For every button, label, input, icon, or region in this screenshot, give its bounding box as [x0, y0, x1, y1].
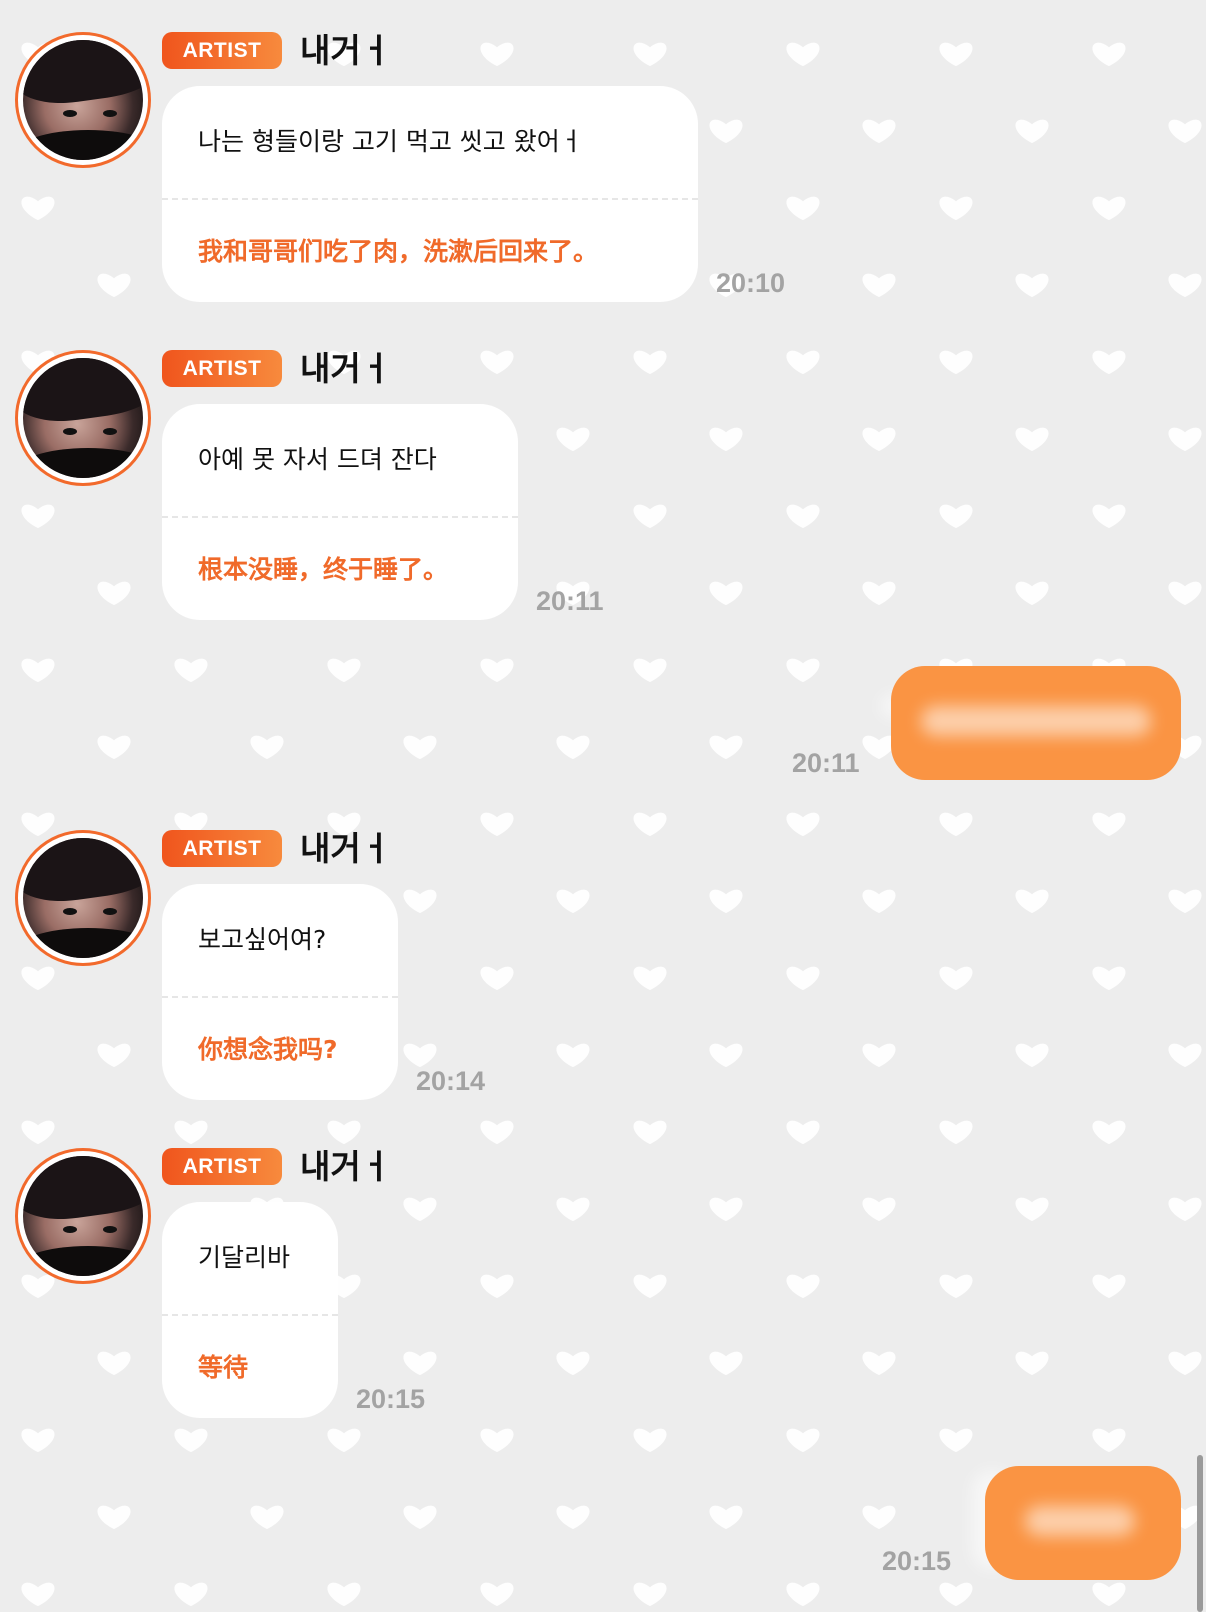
korean-text: 보고싶어여?	[198, 925, 327, 954]
divider	[162, 516, 518, 518]
artist-avatar[interactable]	[15, 32, 151, 168]
artist-avatar[interactable]	[15, 1148, 151, 1284]
artist-badge: ARTIST	[162, 350, 282, 387]
timestamp: 20:10	[716, 268, 786, 298]
sender-name: 내거ㅓ	[300, 829, 392, 868]
sender-name: 내거ㅓ	[300, 1147, 392, 1186]
translated-text: 等待	[198, 1353, 249, 1382]
divider	[162, 996, 398, 998]
artist-badge: ARTIST	[162, 830, 282, 867]
message-bubble[interactable]: 아예 못 자서 드뎌 잔다 根本没睡，终于睡了。	[162, 404, 518, 620]
timestamp: 20:15	[882, 1546, 952, 1576]
sender-name: 내거ㅓ	[300, 349, 392, 388]
timestamp: 20:11	[792, 748, 860, 778]
timestamp: 20:15	[356, 1384, 426, 1414]
message-bubble[interactable]: 기달리바 等待	[162, 1202, 338, 1418]
message-bubble[interactable]: 나는 형들이랑 고기 먹고 씻고 왔어ㅓ 我和哥哥们吃了肉，洗漱后回来了。	[162, 86, 698, 302]
my-message-bubble[interactable]	[891, 666, 1181, 780]
message-bubble[interactable]: 보고싶어여? 你想念我吗?	[162, 884, 398, 1100]
sender-name: 내거ㅓ	[300, 31, 392, 70]
translated-text: 根本没睡，终于睡了。	[198, 555, 449, 584]
divider	[162, 1314, 338, 1316]
translated-text: 你想念我吗?	[198, 1035, 338, 1064]
korean-text: 기달리바	[198, 1243, 291, 1272]
scrollbar[interactable]	[1197, 1455, 1203, 1612]
artist-badge: ARTIST	[162, 1148, 282, 1185]
my-message-bubble[interactable]	[985, 1466, 1181, 1580]
korean-text: 아예 못 자서 드뎌 잔다	[198, 445, 437, 474]
timestamp: 20:11	[536, 586, 604, 616]
artist-avatar[interactable]	[15, 830, 151, 966]
divider	[162, 198, 698, 200]
timestamp: 20:14	[416, 1066, 486, 1096]
translated-text: 我和哥哥们吃了肉，洗漱后回来了。	[198, 237, 599, 266]
korean-text: 나는 형들이랑 고기 먹고 씻고 왔어ㅓ	[198, 127, 583, 156]
artist-avatar[interactable]	[15, 350, 151, 486]
artist-badge: ARTIST	[162, 32, 282, 69]
